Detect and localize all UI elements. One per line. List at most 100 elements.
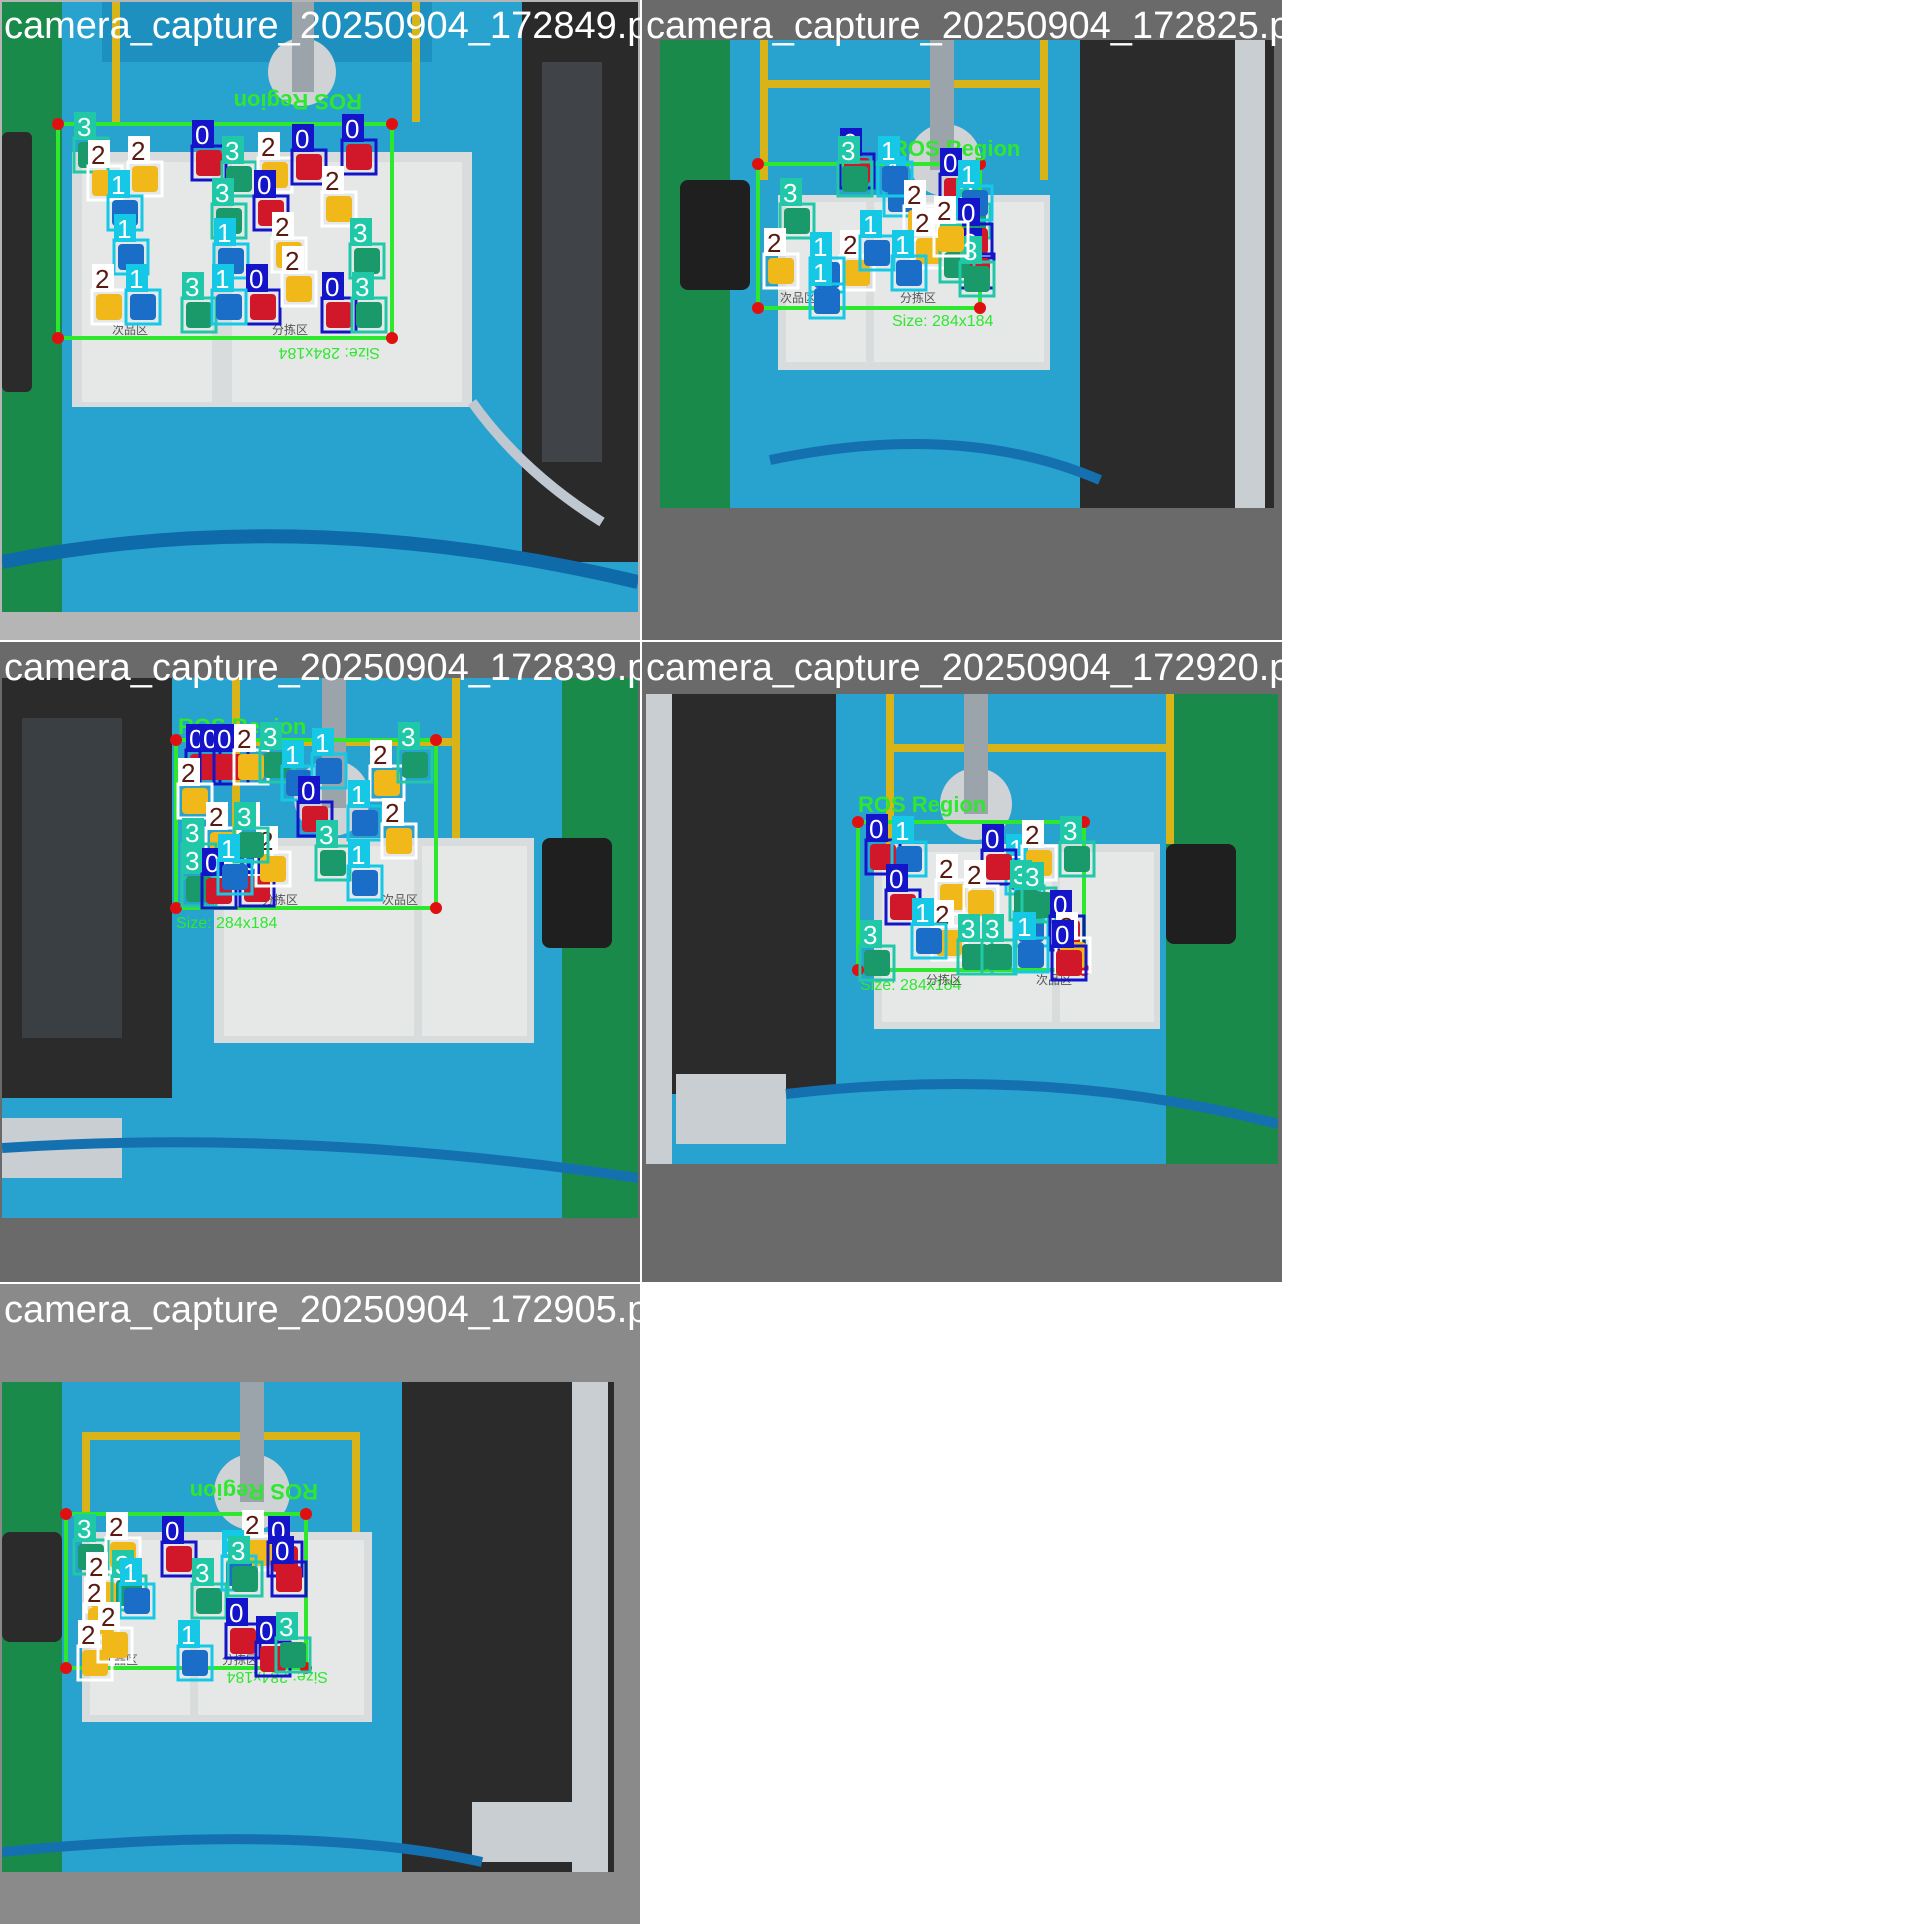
detection-class-label: 0 [217, 724, 231, 754]
detection-class-label: 2 [131, 136, 145, 166]
detection-class-label: 2 [967, 860, 981, 890]
detection-class-label: 2 [767, 228, 781, 258]
detection-class-label: 3 [185, 846, 199, 876]
detection-class-label: 2 [325, 166, 339, 196]
detection-class-label: 3 [1063, 816, 1077, 846]
detection-class-label: 0 [257, 170, 271, 200]
detection-class-label: 0 [249, 264, 263, 294]
detection-class-label: 2 [91, 140, 105, 170]
detection-box: 2 [380, 798, 418, 860]
detection-class-label: 2 [915, 208, 929, 238]
detection-class-label: 2 [385, 798, 399, 828]
detection-class-label: 2 [109, 1512, 123, 1542]
detection-class-label: 1 [351, 780, 365, 810]
detection-class-label: 0 [275, 1536, 289, 1566]
detection-class-label: 0 [869, 814, 883, 844]
detection-class-label: 3 [185, 272, 199, 302]
detection-class-label: 0 [325, 272, 339, 302]
detection-class-label: 3 [783, 178, 797, 208]
detection-class-label: 3 [355, 272, 369, 302]
detection-box: 0 [290, 124, 328, 186]
detection-class-label: 3 [237, 802, 251, 832]
detection-class-label: 3 [961, 914, 975, 944]
detection-class-label: 2 [275, 212, 289, 242]
detection-class-label: 3 [401, 722, 415, 752]
roi-corner-marker [386, 332, 398, 344]
roi-size-label: Size: 284x184 [892, 313, 994, 330]
detection-class-label: 1 [961, 160, 975, 190]
detection-class-label: 1 [217, 218, 231, 248]
detection-class-label: 2 [245, 1510, 259, 1540]
detection-box: 3 [314, 820, 352, 882]
detection-overlay-4: ROS RegionSize: 284x184分拣区次品区01023102213… [852, 792, 1096, 994]
image-panel-1: ROS Region Size: 284x184 次品区 分拣区 3 2 2 0 3 2 0 0 1 3 0… [0, 0, 640, 640]
detection-class-label: 3 [185, 818, 199, 848]
detection-class-label: 2 [373, 740, 387, 770]
zone-label: 次品区 [382, 893, 418, 907]
detection-class-label: 3 [279, 1612, 293, 1642]
roi-size-label: Size: 284x184 [176, 915, 278, 932]
detection-class-label: 2 [237, 724, 251, 754]
detection-class-label: 3 [263, 722, 277, 752]
detection-class-label: 0 [229, 1598, 243, 1628]
detection-class-label: 0 [165, 1516, 179, 1546]
detection-class-label: 3 [863, 920, 877, 950]
zone-label: 分拣区 [900, 290, 936, 305]
roi-size-label: Size: 284x184 [278, 344, 380, 361]
detection-class-label: 1 [895, 816, 909, 846]
detection-class-label: 0 [295, 124, 309, 154]
detection-overlay-5: ROS RegionSize: 284x184次品区分拣区32020231310… [60, 1479, 328, 1685]
detection-class-label: 1 [881, 136, 895, 166]
detection-class-label: 2 [939, 854, 953, 884]
detection-class-label: 2 [101, 1602, 115, 1632]
image-caption: camera_capture_20250904_172825.png [646, 5, 1282, 47]
detection-class-label: 1 [215, 264, 229, 294]
roi-corner-marker [52, 332, 64, 344]
image-caption: camera_capture_20250904_172849.png [4, 5, 640, 47]
detection-class-label: 3 [1025, 862, 1039, 892]
detection-class-label: 0 [345, 114, 359, 144]
detection-class-label: 1 [285, 740, 299, 770]
detection-class-label: 2 [95, 264, 109, 294]
image-caption: camera_capture_20250904_172920.png [646, 647, 1282, 689]
image-caption: camera_capture_20250904_172839.png [4, 647, 640, 689]
detection-class-label: 3 [225, 136, 239, 166]
detection-class-label: 3 [963, 236, 977, 266]
image-panel-3: ROS RegionSize: 284x184分拣区次品区00023112320… [0, 642, 640, 1282]
detection-class-label: 1 [915, 898, 929, 928]
roi-corner-marker [60, 1662, 72, 1674]
detection-class-label: 0 [1055, 920, 1069, 950]
detection-box: 0 [160, 1516, 198, 1578]
roi-corner-marker [170, 902, 182, 914]
detection-class-label: 2 [209, 802, 223, 832]
detection-class-label: 0 [889, 864, 903, 894]
detection-class-label: 1 [351, 840, 365, 870]
detection-box: 2 [280, 246, 318, 308]
roi-corner-marker [752, 302, 764, 314]
detection-class-label: 2 [843, 230, 857, 260]
image-caption: camera_capture_20250904_172905.png [4, 1289, 640, 1331]
detection-box: 1 [858, 210, 896, 272]
detection-class-label: 3 [231, 1536, 245, 1566]
detection-box: 1 [346, 840, 384, 902]
roi-label: ROS Region [190, 1479, 318, 1504]
roi-corner-marker [852, 816, 864, 828]
detection-box: 3 [858, 920, 896, 982]
detection-box: 1 [124, 264, 162, 326]
detection-box: 2 [126, 136, 164, 198]
detection-class-label: 1 [813, 258, 827, 288]
detection-class-label: 1 [129, 264, 143, 294]
detection-class-label: 2 [261, 132, 275, 162]
image-panel-4: ROS RegionSize: 284x184分拣区次品区01023102213… [642, 642, 1282, 1282]
detection-class-label: 0 [259, 1616, 273, 1646]
detection-overlay-2: ROS RegionSize: 284x184次品区分拣区30103130221… [752, 128, 1020, 330]
detection-class-label: 1 [117, 214, 131, 244]
detection-class-label: 1 [181, 1620, 195, 1650]
detection-class-label: 2 [907, 180, 921, 210]
detection-box: 3 [396, 722, 434, 784]
detection-overlay-1: ROS RegionSize: 284x184次品区 分拣区32 203 2 0 01 3 0… [52, 89, 398, 361]
detection-class-label: 3 [841, 136, 855, 166]
detection-class-label: 3 [215, 178, 229, 208]
detection-class-label: 1 [863, 210, 877, 240]
roi-corner-marker [386, 118, 398, 130]
